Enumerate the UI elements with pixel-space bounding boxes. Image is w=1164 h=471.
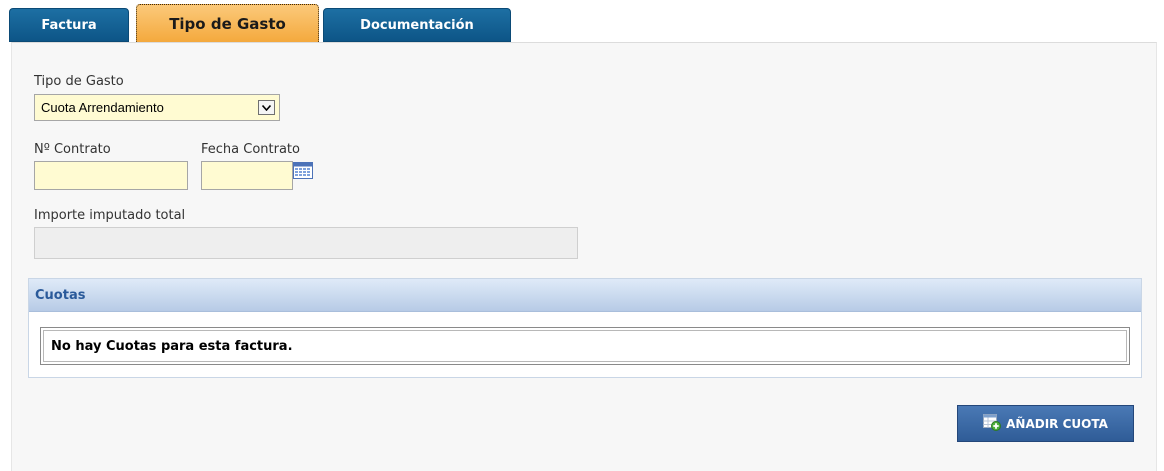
add-cuota-label: AÑADIR CUOTA [1006,416,1108,431]
importe-label: Importe imputado total [34,208,186,223]
tipo-gasto-value: Cuota Arrendamiento [41,100,164,115]
calendar-icon[interactable] [293,162,313,179]
fecha-label: Fecha Contrato [201,142,300,157]
tab-factura[interactable]: Factura [9,8,129,42]
contrato-label: Nº Contrato [34,142,111,157]
add-table-icon [983,413,1002,434]
importe-input [34,227,578,259]
cuotas-empty-message: No hay Cuotas para esta factura. [40,327,1130,365]
tab-documentacion[interactable]: Documentación [323,8,511,42]
tipo-gasto-label: Tipo de Gasto [34,74,124,89]
cuotas-section: Cuotas No hay Cuotas para esta factura. [28,278,1142,378]
tab-tipo-de-gasto[interactable]: Tipo de Gasto [136,4,319,43]
tipo-gasto-select[interactable]: Cuota Arrendamiento [34,94,280,121]
chevron-down-icon[interactable] [258,100,275,115]
add-cuota-button[interactable]: AÑADIR CUOTA [957,405,1134,442]
tab-bar: Factura Tipo de Gasto Documentación [0,0,1164,44]
contrato-input[interactable] [34,161,188,190]
fecha-input[interactable] [201,161,293,190]
cuotas-header: Cuotas [29,279,1141,312]
